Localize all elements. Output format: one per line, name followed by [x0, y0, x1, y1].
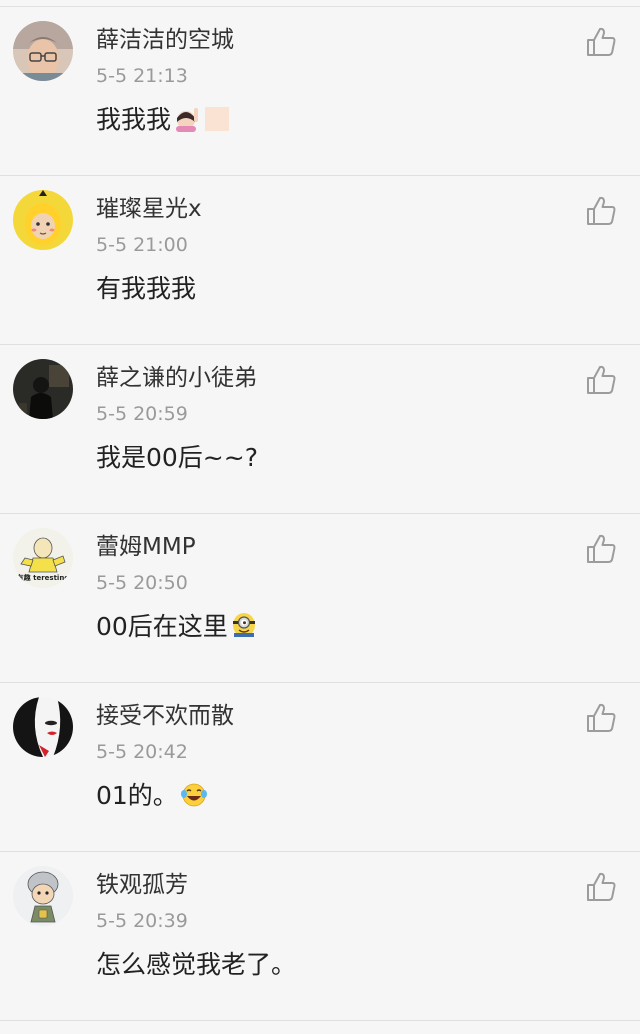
comment-item: 接受不欢而散 5-5 20:42 01的。 [0, 683, 640, 852]
avatar[interactable] [13, 359, 73, 419]
thumbs-up-icon [587, 27, 616, 56]
comment-time: 5-5 20:50 [96, 572, 188, 594]
comment-time: 5-5 20:42 [96, 741, 188, 763]
like-button[interactable] [584, 532, 618, 566]
avatar-caption: 有趣 teresting [17, 573, 70, 582]
avatar[interactable] [13, 21, 73, 81]
like-button[interactable] [584, 363, 618, 397]
avatar[interactable] [13, 697, 73, 757]
comment-time: 5-5 21:13 [96, 65, 188, 87]
thumbs-up-icon [587, 703, 616, 732]
comment-author[interactable]: 薛之谦的小徒弟 [96, 362, 257, 394]
like-button[interactable] [584, 194, 618, 228]
comment-item: 薛之谦的小徒弟 5-5 20:59 我是00后~~? [0, 345, 640, 514]
like-button[interactable] [584, 870, 618, 904]
like-button[interactable] [584, 25, 618, 59]
comment-item: 璀璨星光x 5-5 21:00 有我我我 [0, 176, 640, 345]
thumbs-up-icon [587, 534, 616, 563]
comment-text-content: 怎么感觉我老了。 [96, 950, 297, 979]
like-button[interactable] [584, 701, 618, 735]
comment-author[interactable]: 薛洁洁的空城 [96, 24, 234, 56]
avatar[interactable] [13, 190, 73, 250]
comment-text-content: 01的。 [96, 781, 178, 810]
comment-text: 怎么感觉我老了。 [96, 947, 296, 983]
thumbs-up-icon [587, 196, 616, 225]
comment-item: 有趣 teresting 蕾姆MMP 5-5 20:50 00后在这里 [0, 514, 640, 683]
comment-author[interactable]: 蕾姆MMP [96, 531, 196, 563]
comment-author[interactable]: 接受不欢而散 [96, 700, 234, 732]
comment-time: 5-5 21:00 [96, 234, 188, 256]
avatar[interactable]: 有趣 teresting [13, 528, 73, 588]
comment-text: 00后在这里 [96, 609, 258, 649]
thumbs-up-icon [587, 365, 616, 394]
woman-raising-hand-emoji [173, 104, 231, 142]
minion-emoji [230, 611, 258, 649]
thumbs-up-icon [587, 872, 616, 901]
comment-author[interactable]: 璀璨星光x [96, 193, 202, 225]
comment-text-content: 有我我我 [96, 274, 197, 303]
comment-item: 薛洁洁的空城 5-5 21:13 我我我 [0, 7, 640, 176]
comment-text-content: 00后在这里 [96, 612, 228, 641]
comment-time: 5-5 20:59 [96, 403, 188, 425]
laughing-tears-emoji [180, 780, 208, 818]
comment-text: 我我我 [96, 102, 231, 142]
comment-text: 我是00后~~? [96, 440, 258, 476]
comment-text: 01的。 [96, 778, 208, 818]
comment-author[interactable]: 铁观孤芳 [96, 869, 188, 901]
comment-list: 薛洁洁的空城 5-5 21:13 我我我 璀璨星光x 5-5 21:00 有我我… [0, 6, 640, 1021]
comment-time: 5-5 20:39 [96, 910, 188, 932]
comment-text-content: 我是00后~~? [96, 443, 258, 472]
avatar[interactable] [13, 866, 73, 926]
comment-text: 有我我我 [96, 271, 196, 307]
comment-item: 铁观孤芳 5-5 20:39 怎么感觉我老了。 [0, 852, 640, 1021]
comment-text-content: 我我我 [96, 105, 172, 134]
